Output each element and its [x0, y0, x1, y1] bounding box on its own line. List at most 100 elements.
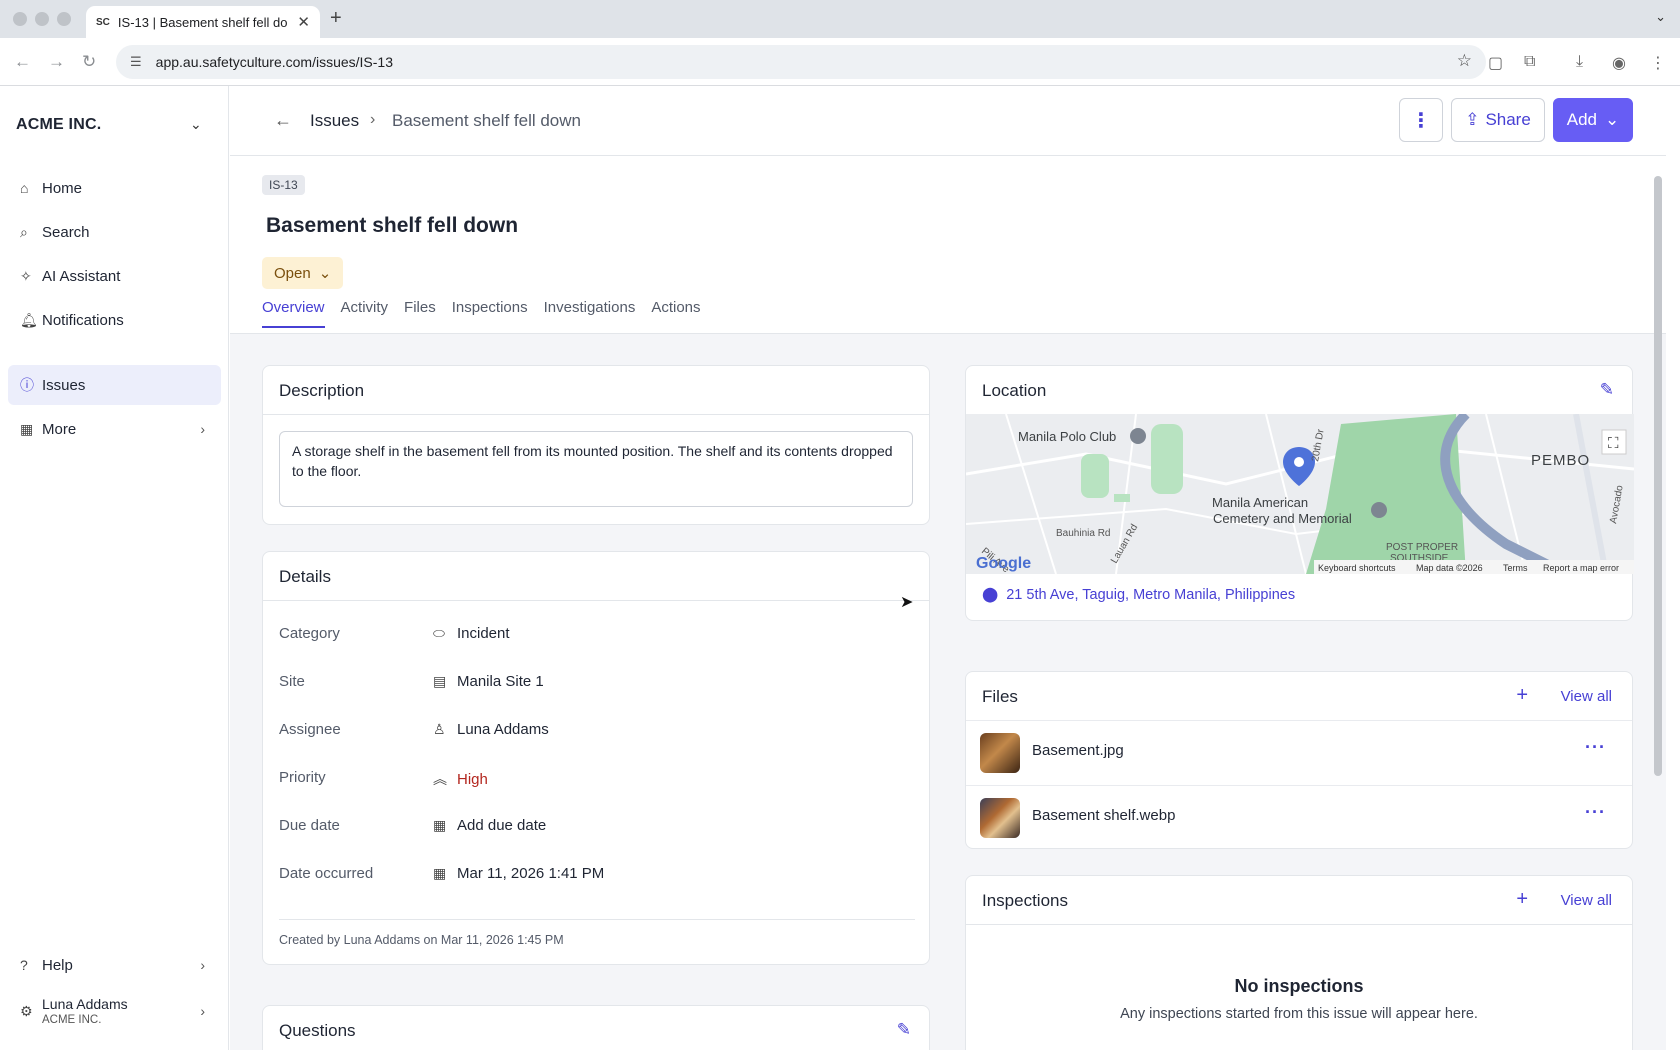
date-occurred-value[interactable]: ▦ Mar 11, 2026 1:41 PM: [433, 865, 604, 882]
share-button[interactable]: ⇪ Share: [1451, 98, 1545, 142]
issue-header: ← Issues › Basement shelf fell down ⋮ ⇪ …: [230, 86, 1666, 334]
location-map[interactable]: ⛶ Manila Polo Club Manila American Cemet…: [966, 414, 1634, 574]
sidebar-item-notifications[interactable]: 🔔︎ Notifications: [8, 300, 221, 340]
add-button[interactable]: Add ⌄: [1553, 98, 1633, 142]
sidebar-user-menu[interactable]: ⚙ Luna Addams ACME INC. ›: [8, 986, 221, 1036]
priority-text: High: [457, 770, 488, 788]
grid-icon: ▦: [20, 420, 34, 437]
file-thumbnail: [980, 798, 1020, 838]
sidebar-item-ai-assistant[interactable]: ✧ AI Assistant: [8, 256, 221, 296]
extensions-icon[interactable]: ⧉: [1524, 53, 1535, 71]
window-minimize-button[interactable]: [35, 12, 49, 26]
tag-icon: ⬭: [433, 625, 445, 641]
screen-capture-icon[interactable]: ▢: [1488, 53, 1503, 73]
add-label: Add: [1566, 110, 1597, 129]
tab-overview[interactable]: Overview: [262, 299, 325, 328]
empty-state-text: Any inspections started from this issue …: [1120, 1006, 1478, 1022]
tab-investigations[interactable]: Investigations: [544, 299, 636, 328]
breadcrumb-current: Basement shelf fell down: [392, 111, 581, 130]
sidebar-item-issues[interactable]: ⓘ Issues: [8, 365, 221, 405]
bookmark-star-icon[interactable]: ☆: [1457, 51, 1472, 71]
new-tab-icon[interactable]: +: [330, 7, 342, 30]
files-view-all-link[interactable]: View all: [1561, 688, 1612, 705]
map-label-bauhinia: Bauhinia Rd: [1056, 528, 1110, 539]
assignee-value[interactable]: ♙ Luna Addams: [433, 721, 549, 738]
header-divider: [230, 155, 1666, 156]
sidebar-item-label: Notifications: [42, 311, 124, 329]
browser-tab[interactable]: SC IS-13 | Basement shelf fell do ✕: [86, 6, 320, 38]
tab-list: Overview Activity Files Inspections Inve…: [262, 299, 701, 328]
chevron-right-icon: ›: [200, 957, 205, 973]
tab-close-icon[interactable]: ✕: [297, 13, 310, 31]
browser-toolbar: ← → ↻ ☰ app.au.safetyculture.com/issues/…: [0, 38, 1680, 86]
site-value[interactable]: ▤ Manila Site 1: [433, 673, 544, 690]
category-value[interactable]: ⬭ Incident: [433, 625, 510, 642]
tab-files[interactable]: Files: [404, 299, 436, 328]
share-label: Share: [1485, 110, 1531, 129]
status-dropdown[interactable]: Open ⌄: [262, 257, 344, 289]
chevron-down-icon: ⌄: [1605, 110, 1620, 129]
breadcrumb-issues[interactable]: Issues: [310, 111, 359, 131]
sparkle-icon: ✧: [20, 267, 32, 284]
sidebar-item-search[interactable]: ⌕ Search: [8, 212, 221, 252]
details-card: Details Category ⬭ Incident Site ▤ Manil…: [262, 551, 930, 965]
org-switcher-chevron-icon[interactable]: ⌄: [190, 116, 202, 133]
search-icon: ⌕: [20, 223, 28, 240]
created-note: Created by Luna Addams on Mar 11, 2026 1…: [279, 933, 564, 947]
file-row[interactable]: Basement.jpg ···: [966, 720, 1632, 784]
details-divider: [279, 919, 915, 920]
status-label: Open: [274, 264, 311, 282]
file-name: Basement shelf.webp: [1032, 807, 1176, 824]
sidebar-item-help[interactable]: ? Help ›: [8, 945, 221, 985]
add-file-plus-icon[interactable]: +: [1516, 684, 1528, 707]
tab-activity[interactable]: Activity: [341, 299, 389, 328]
more-options-button[interactable]: ⋮: [1399, 98, 1443, 142]
person-icon: ♙: [433, 721, 446, 737]
sidebar-item-more[interactable]: ▦ More ›: [8, 409, 221, 449]
map-label-cemetery: Manila American: [1212, 495, 1308, 510]
window-zoom-button[interactable]: [57, 12, 71, 26]
svg-text:⛶: ⛶: [1608, 434, 1619, 452]
profile-icon[interactable]: ◉: [1612, 53, 1626, 73]
edit-pencil-icon[interactable]: ✎: [1600, 380, 1614, 400]
tab-actions[interactable]: Actions: [651, 299, 700, 328]
site-settings-icon[interactable]: ☰: [130, 54, 142, 70]
location-address-link[interactable]: ⬤ 21 5th Ave, Taguig, Metro Manila, Phil…: [982, 587, 1295, 603]
files-title: Files: [982, 687, 1018, 706]
page-title[interactable]: Basement shelf fell down: [266, 214, 518, 238]
user-name: Luna Addams: [42, 996, 128, 1012]
help-icon: ?: [20, 957, 28, 973]
description-field[interactable]: A storage shelf in the basement fell fro…: [279, 431, 913, 507]
card-divider: [263, 600, 929, 601]
org-name[interactable]: ACME INC.: [16, 116, 101, 134]
inspections-title: Inspections: [982, 891, 1068, 910]
forward-arrow-icon[interactable]: →: [48, 52, 65, 72]
address-bar[interactable]: ☰ app.au.safetyculture.com/issues/IS-13 …: [116, 45, 1486, 79]
issue-id-badge: IS-13: [262, 175, 305, 195]
more-horizontal-icon[interactable]: ···: [1585, 737, 1606, 758]
file-row[interactable]: Basement shelf.webp ···: [966, 785, 1632, 849]
priority-value[interactable]: ︽ High: [433, 769, 488, 789]
back-arrow-icon[interactable]: ←: [14, 52, 31, 72]
browser-menu-icon[interactable]: ⋮: [1650, 53, 1666, 73]
inspections-card: Inspections + View all No inspections An…: [965, 875, 1633, 1050]
reload-icon[interactable]: ↻: [82, 52, 96, 72]
sidebar-item-home[interactable]: ⌂ Home: [8, 168, 221, 208]
tab-inspections[interactable]: Inspections: [452, 299, 528, 328]
download-icon[interactable]: ⤓: [1576, 53, 1583, 71]
sidebar-item-label: Issues: [42, 376, 86, 394]
window-close-button[interactable]: [13, 12, 27, 26]
chevron-down-icon: ⌄: [318, 265, 332, 282]
edit-pencil-icon[interactable]: ✎: [897, 1020, 911, 1040]
more-horizontal-icon[interactable]: ···: [1585, 802, 1606, 823]
inspections-view-all-link[interactable]: View all: [1561, 892, 1612, 909]
due-date-value[interactable]: ▦ Add due date: [433, 817, 546, 834]
page-scrollbar[interactable]: [1654, 176, 1662, 776]
mouse-cursor-icon: ➤: [900, 594, 914, 611]
category-label: Category: [279, 625, 340, 642]
priority-high-icon: ︽: [433, 771, 447, 787]
tab-search-chevron-icon[interactable]: ⌄: [1655, 9, 1666, 25]
add-inspection-plus-icon[interactable]: +: [1516, 888, 1528, 911]
site-label: Site: [279, 673, 305, 690]
back-arrow-icon[interactable]: ←: [274, 110, 292, 131]
